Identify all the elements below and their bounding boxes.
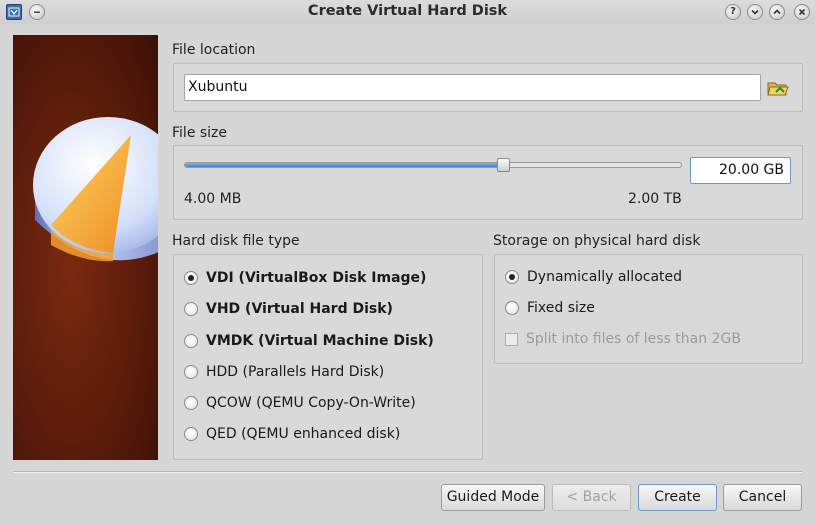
radio-label: VHD (Virtual Hard Disk) [206, 301, 393, 317]
radio-dynamic[interactable]: Dynamically allocated [505, 269, 682, 285]
close-icon[interactable] [794, 4, 810, 20]
disk-type-label: Hard disk file type [172, 233, 300, 249]
file-location-input[interactable]: Xubuntu [184, 74, 761, 101]
radio-label: VDI (VirtualBox Disk Image) [206, 270, 427, 286]
radio-label: VMDK (Virtual Machine Disk) [206, 333, 434, 349]
split-files-checkbox[interactable] [505, 332, 518, 346]
radio-button[interactable] [184, 427, 198, 441]
cancel-button[interactable]: Cancel [723, 484, 802, 511]
radio-fixed[interactable]: Fixed size [505, 300, 595, 316]
radio-label: Fixed size [527, 300, 595, 316]
back-button[interactable]: < Back [552, 484, 631, 511]
create-button[interactable]: Create [638, 484, 717, 511]
radio-button[interactable] [505, 301, 519, 315]
radio-vmdk[interactable]: VMDK (Virtual Machine Disk) [184, 333, 434, 349]
file-size-label: File size [172, 125, 228, 141]
maximize-icon[interactable] [769, 4, 785, 20]
radio-qed[interactable]: QED (QEMU enhanced disk) [184, 426, 400, 442]
slider-handle[interactable] [497, 158, 510, 172]
file-size-slider[interactable] [184, 162, 682, 168]
file-location-label: File location [172, 42, 256, 58]
radio-button[interactable] [505, 270, 519, 284]
radio-vhd[interactable]: VHD (Virtual Hard Disk) [184, 301, 393, 317]
file-size-input[interactable]: 20.00 GB [690, 157, 791, 184]
split-files-checkbox-row[interactable]: Split into files of less than 2GB [505, 331, 741, 347]
slider-max-label: 2.00 TB [628, 191, 682, 207]
help-icon[interactable]: ? [725, 4, 741, 20]
radio-vdi[interactable]: VDI (VirtualBox Disk Image) [184, 270, 426, 286]
slider-min-label: 4.00 MB [184, 191, 242, 207]
radio-button[interactable] [184, 302, 198, 316]
storage-label: Storage on physical hard disk [493, 233, 701, 249]
radio-label: QED (QEMU enhanced disk) [206, 426, 401, 442]
folder-open-icon[interactable] [766, 77, 790, 99]
radio-button[interactable] [184, 271, 198, 285]
minimize-icon[interactable] [747, 4, 763, 20]
radio-qcow[interactable]: QCOW (QEMU Copy-On-Write) [184, 395, 416, 411]
split-files-label: Split into files of less than 2GB [526, 331, 741, 347]
radio-button[interactable] [184, 334, 198, 348]
separator [13, 471, 802, 473]
radio-label: QCOW (QEMU Copy-On-Write) [206, 395, 416, 411]
window-title: Create Virtual Hard Disk [307, 3, 508, 19]
radio-button[interactable] [184, 365, 198, 379]
slider-fill [185, 163, 503, 167]
radio-label: Dynamically allocated [527, 269, 683, 285]
radio-button[interactable] [184, 396, 198, 410]
radio-hdd[interactable]: HDD (Parallels Hard Disk) [184, 364, 384, 380]
radio-label: HDD (Parallels Hard Disk) [206, 364, 385, 380]
hard-disk-illustration [13, 35, 158, 460]
guided-mode-button[interactable]: Guided Mode [441, 484, 545, 511]
